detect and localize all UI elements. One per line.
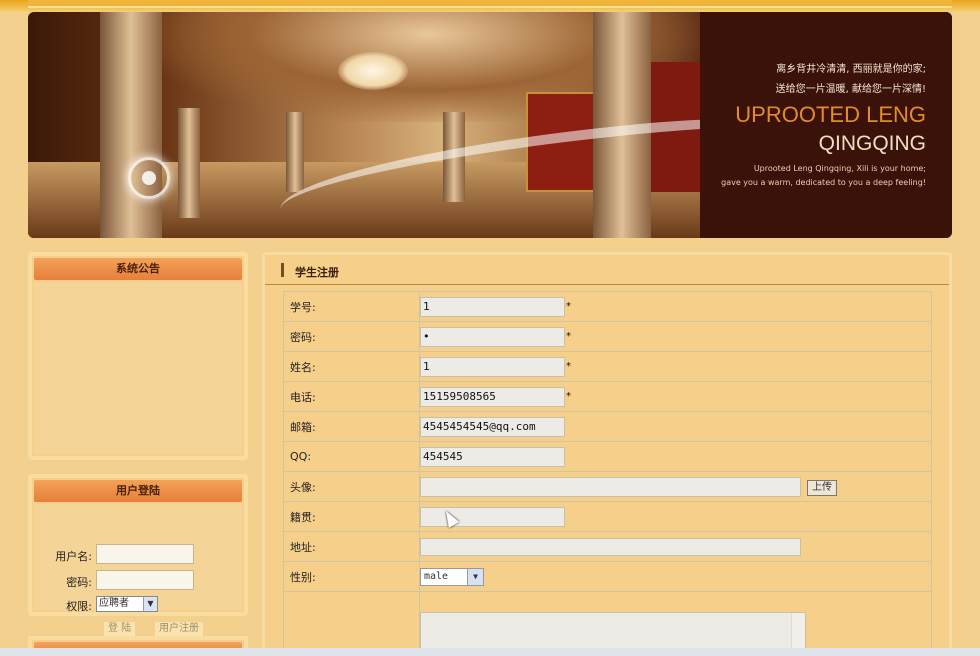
password-field-label: 密码: (283, 321, 420, 352)
address-label: 地址: (283, 531, 420, 562)
chevron-down-icon: ▼ (143, 597, 157, 611)
register-button[interactable]: 用户注册 (155, 622, 203, 636)
avatar-cell: 上传 (419, 471, 932, 502)
password-row: 密码: (38, 570, 248, 592)
banner-pillar (286, 112, 304, 192)
gender-label: 性别: (283, 561, 420, 592)
login-box: 用户登陆 用户名: 密码: 权限: 应聘者 ▼ (28, 474, 248, 616)
banner-pillar (100, 12, 162, 238)
qq-cell: 454545 (419, 441, 932, 472)
student-id-cell: 1 * (419, 291, 932, 322)
gender-cell: male ▼ (419, 561, 932, 592)
banner-en-title1: UPROOTED LENG (735, 102, 926, 127)
password-label: 密码: (66, 576, 92, 589)
form-row-intro (283, 591, 932, 656)
form-row-name: 姓名: 1 * (283, 351, 932, 382)
username-input[interactable] (96, 544, 194, 564)
login-button[interactable]: 登 陆 (104, 622, 136, 636)
form-row-address: 地址: (283, 531, 932, 562)
status-bar (0, 648, 980, 656)
required-mark: * (566, 331, 571, 342)
form-row-avatar: 头像: 上传 (283, 471, 932, 502)
form-row-gender: 性别: male ▼ (283, 561, 932, 592)
banner-en-sub1: Uprooted Leng Qingqing, Xili is your hom… (753, 164, 926, 173)
form-row-student-id: 学号: 1 * (283, 291, 932, 322)
name-input[interactable]: 1 (420, 357, 565, 377)
form-row-hometown: 籍贯: (283, 501, 932, 532)
required-mark: * (566, 391, 571, 402)
name-cell: 1 * (419, 351, 932, 382)
registration-form: 学号: 1 * 密码: • * 姓名: 1 * 电话: 15159508565 (283, 291, 932, 656)
chandelier-icon (338, 52, 408, 90)
notice-box: 系统公告 (28, 252, 248, 460)
permission-select[interactable]: 应聘者 ▼ (96, 596, 158, 612)
registration-panel: 学生注册 学号: 1 * 密码: • * 姓名: 1 * 电话: 1515950… (262, 252, 952, 656)
top-bar-inner (28, 0, 952, 8)
upload-button[interactable]: 上传 (807, 480, 837, 496)
hometown-cell (419, 501, 932, 532)
avatar-label: 头像: (283, 471, 420, 502)
form-row-phone: 电话: 15159508565 * (283, 381, 932, 412)
intro-cell (419, 591, 932, 656)
permission-label: 权限: (66, 600, 92, 612)
notice-body (34, 282, 242, 454)
email-field[interactable]: 4545454545@qq.com (420, 417, 565, 437)
password-field[interactable]: • (420, 327, 565, 347)
name-label: 姓名: (283, 351, 420, 382)
banner-cn-line2: 送给您一片温暖, 献给您一片深情! (775, 84, 926, 95)
phone-input[interactable]: 15159508565 (420, 387, 565, 407)
qq-label: QQ: (283, 441, 420, 472)
student-id-label: 学号: (283, 291, 420, 322)
login-body: 用户名: 密码: 权限: 应聘者 ▼ (34, 504, 242, 612)
required-mark: * (566, 361, 571, 372)
gender-value: male (424, 571, 449, 582)
banner-cn-line1: 离乡背井冷清清, 西丽就是你的家; (776, 64, 926, 75)
orb-dot-icon (142, 171, 156, 185)
email-label: 邮箱: (283, 411, 420, 442)
form-row-email: 邮箱: 4545454545@qq.com (283, 411, 932, 442)
phone-label: 电话: (283, 381, 420, 412)
hometown-label: 籍贯: (283, 501, 420, 532)
intro-label (283, 591, 420, 652)
form-row-password: 密码: • * (283, 321, 932, 352)
page-title: 学生注册 (295, 266, 339, 279)
banner-en-title2: QINGQING (818, 132, 926, 155)
permission-row: 权限: 应聘者 ▼ (38, 594, 248, 612)
permission-value: 应聘者 (99, 598, 129, 609)
username-row: 用户名: (38, 544, 248, 566)
form-row-qq: QQ: 454545 (283, 441, 932, 472)
password-cell: • * (419, 321, 932, 352)
avatar-input[interactable] (420, 477, 801, 497)
header-banner: 离乡背井冷清清, 西丽就是你的家; 送给您一片温暖, 献给您一片深情! UPRO… (28, 12, 952, 238)
title-bar-icon (281, 263, 284, 277)
email-cell: 4545454545@qq.com (419, 411, 932, 442)
phone-cell: 15159508565 * (419, 381, 932, 412)
chevron-down-icon: ▼ (467, 569, 483, 585)
banner-pillar (178, 108, 200, 218)
required-mark: * (566, 301, 571, 312)
address-input[interactable] (420, 538, 801, 556)
notice-title: 系统公告 (34, 258, 242, 280)
username-label: 用户名: (55, 550, 92, 563)
student-id-input[interactable]: 1 (420, 297, 565, 317)
banner-text-panel: 离乡背井冷清清, 西丽就是你的家; 送给您一片温暖, 献给您一片深情! UPRO… (700, 12, 952, 238)
qq-input[interactable]: 454545 (420, 447, 565, 467)
banner-en-sub2: gave you a warm, dedicated to you a deep… (721, 178, 926, 187)
login-title: 用户登陆 (34, 480, 242, 502)
address-cell (419, 531, 932, 562)
top-bar (0, 0, 980, 12)
gender-select[interactable]: male ▼ (420, 568, 484, 586)
password-input[interactable] (96, 570, 194, 590)
registration-header: 学生注册 (265, 255, 949, 285)
